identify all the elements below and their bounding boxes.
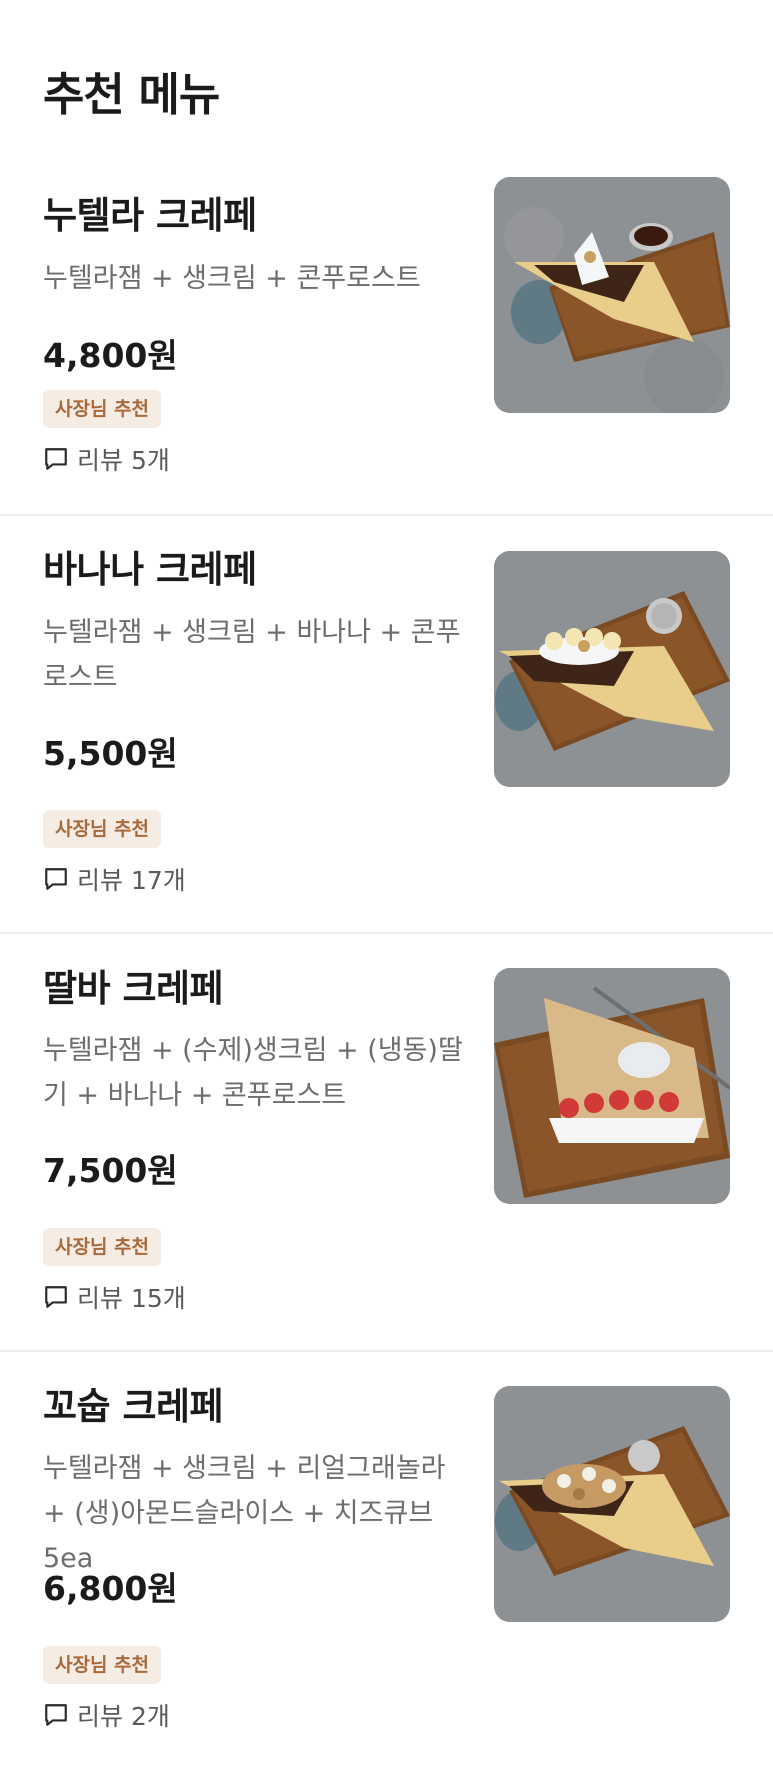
menu-item-name: 바나나 크레페 [43,548,257,591]
menu-item-banana-crepe[interactable]: 바나나 크레페 누텔라잼 + 생크림 + 바나나 + 콘푸로스트 5,500원 … [0,514,773,932]
menu-item-price: 6,800원 [43,1569,178,1608]
menu-item-description: 누텔라잼 + 생크림 + 바나나 + 콘푸로스트 [43,617,461,693]
menu-item-price: 7,500원 [43,1151,178,1190]
recommend-badge: 사장님 추천 [43,390,162,428]
recommend-badge: 사장님 추천 [43,1646,162,1684]
recommend-badge: 사장님 추천 [43,810,162,848]
strawberry-banana-crepe-photo[interactable] [494,968,730,1204]
menu-item-description: 누텔라잼 + 생크림 + 리얼그래놀라 + (생)아몬드슬라이스 + 치즈큐브 … [43,1453,446,1574]
menu-item-price: 5,500원 [43,734,178,773]
review-label: 리뷰 2개 [77,1702,170,1731]
review-label: 리뷰 15개 [77,1284,186,1313]
crepe-image-illustration [494,1386,730,1622]
section-title: 추천 메뉴 [43,68,220,121]
menu-item-price: 4,800원 [43,336,178,375]
recommend-badge: 사장님 추천 [43,1228,162,1266]
speech-bubble-icon [45,868,67,890]
granola-crepe-photo[interactable] [494,1386,730,1622]
review-count[interactable]: 리뷰 17개 [43,863,186,895]
speech-bubble-icon [45,448,67,470]
speech-bubble-icon [45,1704,67,1726]
speech-bubble-icon [45,1286,67,1308]
crepe-image-illustration [494,177,730,413]
review-label: 리뷰 5개 [77,446,170,475]
crepe-image-illustration [494,551,730,787]
menu-item-name: 딸바 크레페 [43,967,224,1010]
banana-crepe-photo[interactable] [494,551,730,787]
review-count[interactable]: 리뷰 15개 [43,1281,186,1313]
review-count[interactable]: 리뷰 5개 [43,443,170,475]
review-label: 리뷰 17개 [77,866,186,895]
menu-item-granola-crepe[interactable]: 꼬숩 크레페 누텔라잼 + 생크림 + 리얼그래놀라 + (생)아몬드슬라이스 … [0,1350,773,1768]
menu-item-name: 누텔라 크레페 [43,194,257,237]
nutella-crepe-photo[interactable] [494,177,730,413]
menu-item-description: 누텔라잼 + (수제)생크림 + (냉동)딸기 + 바나나 + 콘푸로스트 [43,1035,463,1111]
menu-item-description: 누텔라잼 + 생크림 + 콘푸로스트 [43,263,421,294]
crepe-image-illustration [494,968,730,1204]
menu-item-strawberry-banana-crepe[interactable]: 딸바 크레페 누텔라잼 + (수제)생크림 + (냉동)딸기 + 바나나 + 콘… [0,932,773,1350]
menu-item-name: 꼬숩 크레페 [43,1385,224,1428]
review-count[interactable]: 리뷰 2개 [43,1699,170,1731]
